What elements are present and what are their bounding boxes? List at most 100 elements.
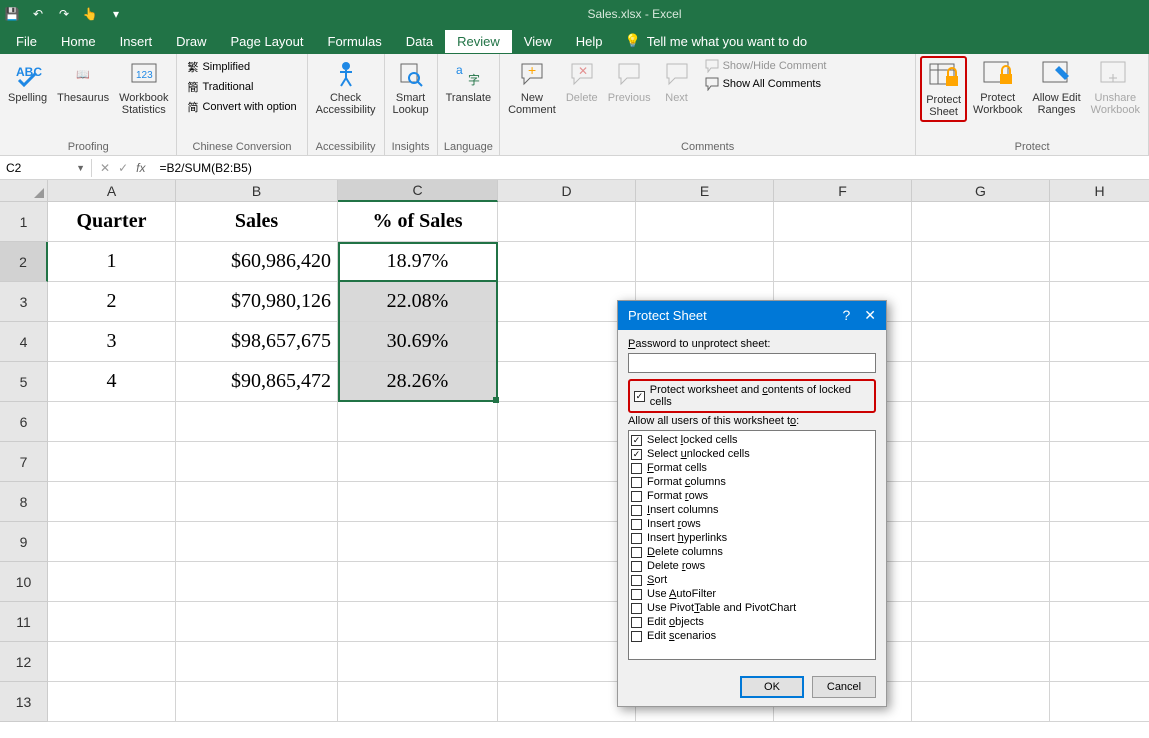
cell-A12[interactable]: [48, 642, 176, 682]
menu-home[interactable]: Home: [49, 30, 108, 53]
cell-B12[interactable]: [176, 642, 338, 682]
col-header-B[interactable]: B: [176, 180, 338, 202]
row-header-5[interactable]: 5: [0, 362, 48, 402]
previous-comment-button[interactable]: Previous: [604, 56, 655, 106]
cell-H13[interactable]: [1050, 682, 1149, 722]
fx-icon[interactable]: fx: [136, 161, 145, 175]
cell-A7[interactable]: [48, 442, 176, 482]
permission-delete-rows[interactable]: Delete rows: [631, 559, 873, 573]
cell-B7[interactable]: [176, 442, 338, 482]
cell-B3[interactable]: $70,980,126: [176, 282, 338, 322]
cell-H6[interactable]: [1050, 402, 1149, 442]
menu-insert[interactable]: Insert: [108, 30, 165, 53]
cell-D2[interactable]: [498, 242, 636, 282]
row-header-8[interactable]: 8: [0, 482, 48, 522]
cell-G7[interactable]: [912, 442, 1050, 482]
cell-A1[interactable]: Quarter: [48, 202, 176, 242]
cell-C5[interactable]: 28.26%: [338, 362, 498, 402]
cell-D3[interactable]: [498, 282, 636, 322]
tell-me-input[interactable]: 💡Tell me what you want to do: [625, 33, 808, 49]
traditional-button[interactable]: 簡Traditional: [183, 78, 300, 96]
cell-F1[interactable]: [774, 202, 912, 242]
cell-G8[interactable]: [912, 482, 1050, 522]
menu-help[interactable]: Help: [564, 30, 615, 53]
menu-draw[interactable]: Draw: [164, 30, 218, 53]
permission-use-autofilter[interactable]: Use AutoFilter: [631, 587, 873, 601]
cell-C10[interactable]: [338, 562, 498, 602]
cell-G12[interactable]: [912, 642, 1050, 682]
cell-B13[interactable]: [176, 682, 338, 722]
row-header-4[interactable]: 4: [0, 322, 48, 362]
smart-lookup-button[interactable]: Smart Lookup: [389, 56, 433, 118]
cell-H11[interactable]: [1050, 602, 1149, 642]
menu-formulas[interactable]: Formulas: [316, 30, 394, 53]
col-header-E[interactable]: E: [636, 180, 774, 202]
row-header-11[interactable]: 11: [0, 602, 48, 642]
cell-A11[interactable]: [48, 602, 176, 642]
menu-file[interactable]: File: [4, 30, 49, 53]
cell-C13[interactable]: [338, 682, 498, 722]
cell-D10[interactable]: [498, 562, 636, 602]
cell-D11[interactable]: [498, 602, 636, 642]
col-header-F[interactable]: F: [774, 180, 912, 202]
cell-B5[interactable]: $90,865,472: [176, 362, 338, 402]
cell-B1[interactable]: Sales: [176, 202, 338, 242]
redo-icon[interactable]: ↷: [56, 6, 72, 22]
cell-A10[interactable]: [48, 562, 176, 602]
cell-E2[interactable]: [636, 242, 774, 282]
cell-D6[interactable]: [498, 402, 636, 442]
convert-option-button[interactable]: 简Convert with option: [183, 98, 300, 116]
undo-icon[interactable]: ↶: [30, 6, 46, 22]
formula-input[interactable]: =B2/SUM(B2:B5): [153, 159, 1149, 177]
cell-D9[interactable]: [498, 522, 636, 562]
cell-H8[interactable]: [1050, 482, 1149, 522]
permission-insert-hyperlinks[interactable]: Insert hyperlinks: [631, 531, 873, 545]
cell-C7[interactable]: [338, 442, 498, 482]
col-header-D[interactable]: D: [498, 180, 636, 202]
cell-H3[interactable]: [1050, 282, 1149, 322]
enter-formula-icon[interactable]: ✓: [118, 161, 128, 175]
cell-B6[interactable]: [176, 402, 338, 442]
password-input[interactable]: [628, 353, 876, 373]
cell-B9[interactable]: [176, 522, 338, 562]
col-header-C[interactable]: C: [338, 180, 498, 202]
cell-C6[interactable]: [338, 402, 498, 442]
cell-C3[interactable]: 22.08%: [338, 282, 498, 322]
close-icon[interactable]: ✕: [864, 307, 876, 324]
permission-delete-columns[interactable]: Delete columns: [631, 545, 873, 559]
permission-use-pivottable-and-pivotchart[interactable]: Use PivotTable and PivotChart: [631, 601, 873, 615]
cell-C4[interactable]: 30.69%: [338, 322, 498, 362]
new-comment-button[interactable]: + New Comment: [504, 56, 560, 118]
col-header-G[interactable]: G: [912, 180, 1050, 202]
permission-select-unlocked-cells[interactable]: Select unlocked cells: [631, 447, 873, 461]
cell-G1[interactable]: [912, 202, 1050, 242]
cell-G6[interactable]: [912, 402, 1050, 442]
cell-D12[interactable]: [498, 642, 636, 682]
cell-B4[interactable]: $98,657,675: [176, 322, 338, 362]
cell-H1[interactable]: [1050, 202, 1149, 242]
permission-edit-scenarios[interactable]: Edit scenarios: [631, 629, 873, 643]
next-comment-button[interactable]: Next: [657, 56, 697, 106]
dialog-title-bar[interactable]: Protect Sheet ? ✕: [618, 301, 886, 330]
simplified-button[interactable]: 繁Simplified: [183, 58, 300, 76]
cell-G13[interactable]: [912, 682, 1050, 722]
cell-B10[interactable]: [176, 562, 338, 602]
permission-format-rows[interactable]: Format rows: [631, 489, 873, 503]
menu-data[interactable]: Data: [394, 30, 445, 53]
permission-sort[interactable]: Sort: [631, 573, 873, 587]
help-icon[interactable]: ?: [842, 307, 850, 324]
cell-H2[interactable]: [1050, 242, 1149, 282]
cell-G9[interactable]: [912, 522, 1050, 562]
cell-H9[interactable]: [1050, 522, 1149, 562]
cell-C12[interactable]: [338, 642, 498, 682]
cell-A9[interactable]: [48, 522, 176, 562]
cell-D5[interactable]: [498, 362, 636, 402]
permission-insert-columns[interactable]: Insert columns: [631, 503, 873, 517]
qat-dropdown-icon[interactable]: ▾: [108, 6, 124, 22]
name-box[interactable]: C2 ▼: [0, 159, 92, 177]
protect-sheet-button[interactable]: Protect Sheet: [920, 56, 967, 122]
cell-A6[interactable]: [48, 402, 176, 442]
row-header-3[interactable]: 3: [0, 282, 48, 322]
protect-workbook-button[interactable]: Protect Workbook: [969, 56, 1026, 118]
cell-H5[interactable]: [1050, 362, 1149, 402]
